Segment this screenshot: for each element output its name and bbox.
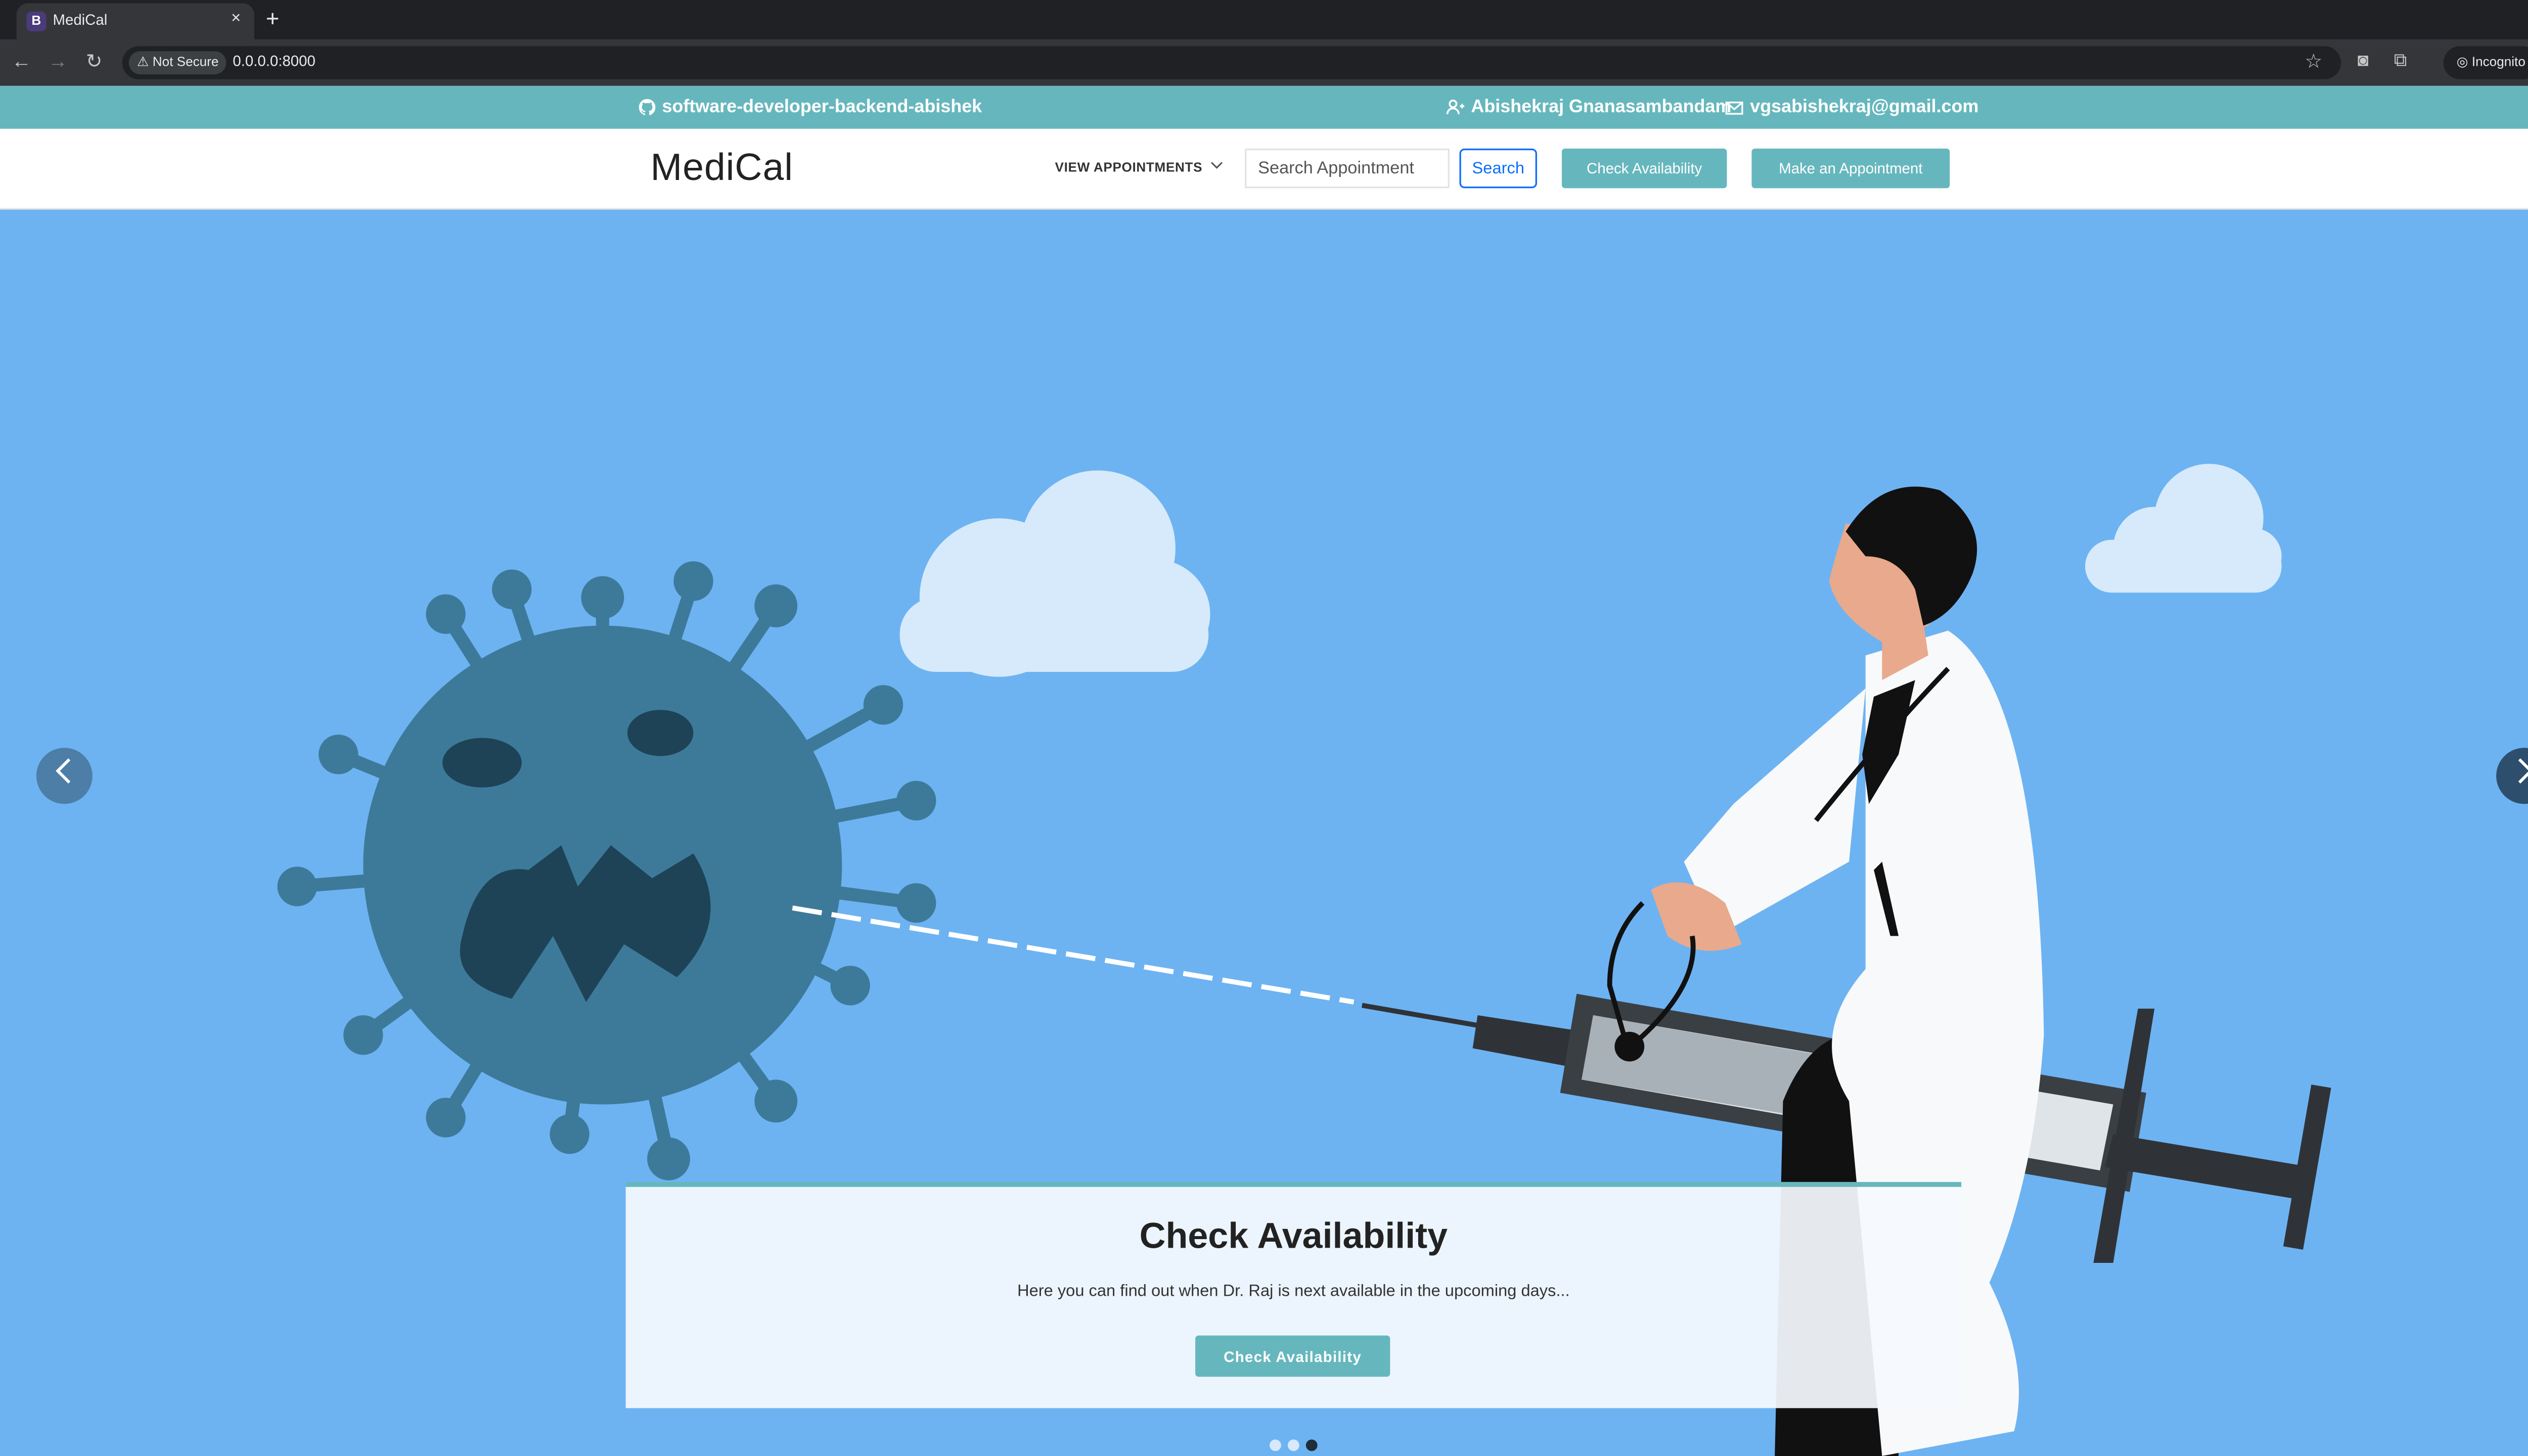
site-header: MediCal VIEW APPOINTMENTS Search Check A…: [0, 128, 2528, 210]
github-label: software-developer-backend-abishek: [662, 97, 982, 117]
view-appointments-label: VIEW APPOINTMENTS: [1055, 160, 1203, 175]
camera-icon[interactable]: ◙: [2358, 51, 2369, 71]
security-label: Not Secure: [152, 54, 219, 70]
tab-title: MediCal: [53, 11, 108, 28]
star-icon[interactable]: ☆: [2305, 50, 2322, 73]
carousel-next-icon: [2518, 758, 2528, 784]
email-label: vgsabishekraj@gmail.com: [1750, 97, 1979, 117]
github-icon: [639, 99, 656, 115]
omnibox[interactable]: ⚠ Not Secure 0.0.0.0:8000 ☆: [122, 46, 2341, 79]
url-text[interactable]: 0.0.0.0:8000: [233, 53, 315, 69]
view-appointments-dropdown[interactable]: VIEW APPOINTMENTS: [1055, 160, 1223, 175]
check-availability-button[interactable]: Check Availability: [1561, 148, 1727, 189]
carousel-indicator-2[interactable]: [1287, 1439, 1299, 1451]
caption-text: Here you can find out when Dr. Raj is ne…: [1017, 1283, 1570, 1301]
email-link[interactable]: vgsabishekraj@gmail.com: [1725, 97, 1979, 117]
virus: [277, 561, 936, 1180]
make-appointment-button[interactable]: Make an Appointment: [1751, 148, 1950, 189]
carousel-indicators: [1270, 1430, 1324, 1456]
cloud-left: [899, 470, 1210, 677]
chevron-down-icon: [1210, 162, 1223, 169]
browser-tab[interactable]: B MediCal ×: [16, 3, 254, 40]
address-bar-row: ← → ↻ ⚠ Not Secure 0.0.0.0:8000 ☆ ◙ ⧉ ◎ …: [0, 39, 2528, 86]
mail-icon: [1725, 101, 1743, 115]
user-icon: [1446, 99, 1465, 114]
author-name: Abishekraj Gnanasambandam: [1446, 98, 1731, 117]
extensions-icon[interactable]: ⧉: [2394, 51, 2407, 72]
carousel-prev-icon: [56, 758, 71, 784]
carousel-caption: Check Availability Here you can find out…: [625, 1181, 1962, 1408]
forward-icon[interactable]: →: [44, 50, 71, 73]
top-info-bar: software-developer-backend-abishek Abish…: [0, 85, 2528, 129]
incognito-label: Incognito: [2471, 54, 2525, 70]
caption-title: Check Availability: [1139, 1215, 1448, 1256]
reload-icon[interactable]: ↻: [81, 50, 107, 73]
back-icon[interactable]: ←: [8, 50, 34, 73]
browser-tab-strip: B MediCal × + ⌄: [0, 0, 2528, 40]
carousel-prev-button[interactable]: [36, 748, 93, 804]
search-input[interactable]: [1245, 148, 1450, 189]
new-tab-button[interactable]: +: [266, 5, 280, 31]
search-button[interactable]: Search: [1459, 148, 1537, 189]
security-badge[interactable]: ⚠ Not Secure: [128, 51, 227, 74]
tab-close-icon[interactable]: ×: [231, 10, 241, 28]
author-label: Abishekraj Gnanasambandam: [1471, 97, 1732, 117]
github-link[interactable]: software-developer-backend-abishek: [639, 98, 982, 117]
cloud-right: [2085, 464, 2282, 593]
needle-spray: [792, 905, 1355, 1005]
caption-check-availability-button[interactable]: Check Availability: [1195, 1335, 1390, 1377]
hero-carousel: Check Availability Here you can find out…: [0, 209, 2528, 1456]
tab-favicon: B: [26, 11, 47, 32]
incognito-badge[interactable]: ◎ Incognito: [2443, 46, 2528, 79]
carousel-indicator-3[interactable]: [1305, 1439, 1318, 1451]
site-logo[interactable]: MediCal: [651, 145, 793, 190]
carousel-indicator-1[interactable]: [1270, 1439, 1281, 1451]
